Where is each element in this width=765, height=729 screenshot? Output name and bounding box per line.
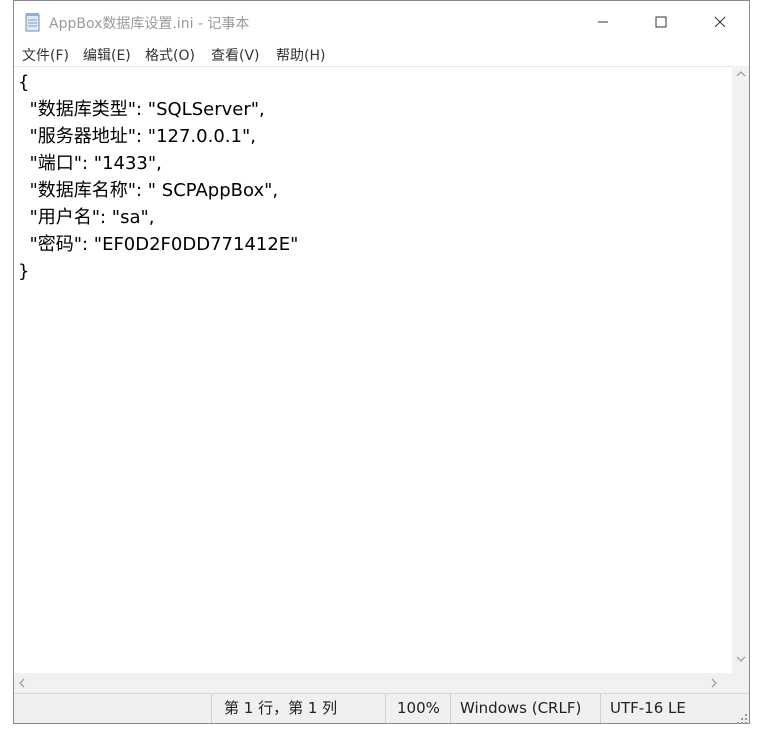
close-icon [714,13,726,32]
scroll-up-icon[interactable] [732,70,749,84]
menu-file[interactable]: 文件(F) [22,45,69,65]
window-title: AppBox数据库设置.ini - 记事本 [49,16,250,32]
menu-view[interactable]: 查看(V) [211,45,260,65]
scroll-right-icon[interactable] [710,676,724,690]
notepad-icon [24,12,42,32]
resize-grip-icon[interactable] [736,710,748,724]
menu-bar: 文件(F) 编辑(E) 格式(O) 查看(V) 帮助(H) [14,43,749,65]
notepad-window: AppBox数据库设置.ini - 记事本 文件(F) 编辑(E) 格式(O) … [13,0,750,724]
vertical-scrollbar[interactable] [732,66,749,673]
menu-help[interactable]: 帮助(H) [276,45,325,65]
text-editor-area[interactable]: { "数据库类型": "SQLServer", "服务器地址": "127.0.… [14,66,732,673]
maximize-button[interactable] [632,1,690,43]
scroll-down-icon[interactable] [732,655,749,669]
cursor-position: 第 1 行，第 1 列 [211,694,385,723]
encoding: UTF-16 LE [600,694,749,723]
document-text[interactable]: { "数据库类型": "SQLServer", "服务器地址": "127.0.… [18,69,298,285]
zoom-level: 100% [385,694,450,723]
minimize-icon [597,13,609,32]
menu-format[interactable]: 格式(O) [145,45,195,65]
menu-edit[interactable]: 编辑(E) [83,45,131,65]
scroll-left-icon[interactable] [18,676,32,690]
status-bar: 第 1 行，第 1 列 100% Windows (CRLF) UTF-16 L… [14,693,749,724]
close-button[interactable] [691,1,749,43]
minimize-button[interactable] [574,1,632,43]
line-ending: Windows (CRLF) [450,694,600,723]
horizontal-scrollbar[interactable] [14,673,732,693]
title-bar[interactable]: AppBox数据库设置.ini - 记事本 [14,1,749,43]
maximize-icon [655,13,667,32]
scrollbar-corner [732,673,749,693]
